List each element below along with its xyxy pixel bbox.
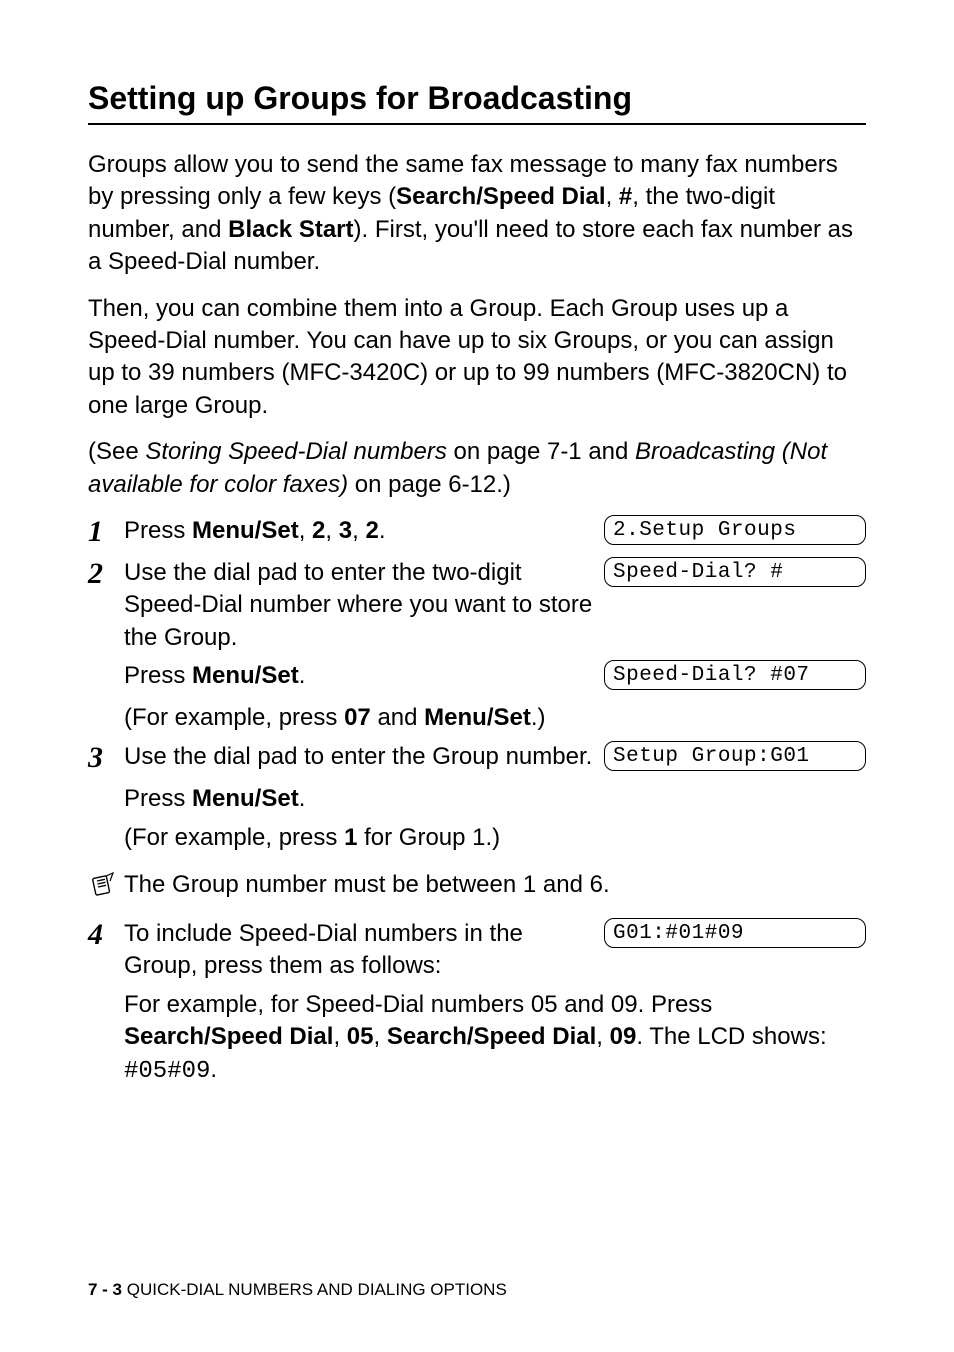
step-body: Use the dial pad to enter the Group numb… [124,741,604,773]
step-2-example: 0 (For example, press 07 and Menu/Set.) [88,702,866,735]
step-3-example: 0 (For example, press 1 for Group 1.) [88,822,866,855]
text: .) [531,704,546,731]
key-name: 09 [610,1023,637,1050]
key-name: Menu/Set [192,517,299,544]
lcd-display: 2.Setup Groups [604,515,866,545]
key-name: 07 [344,704,371,731]
lcd-column: Speed-Dial? # [604,557,866,593]
step-body: (For example, press 07 and Menu/Set.) [124,702,604,734]
step-2: 2 Use the dial pad to enter the two-digi… [88,557,866,654]
key-name: Menu/Set [192,662,299,689]
text: . [299,785,306,812]
text: (See [88,438,145,465]
text: (For example, press [124,824,344,851]
text: For example, for Speed-Dial numbers 05 a… [124,991,712,1018]
step-number: 2 [88,557,124,590]
text: Press [124,785,192,812]
lcd-display: G01:#01#09 [604,918,866,948]
key-name: 05 [347,1023,374,1050]
page-title: Setting up Groups for Broadcasting [88,80,866,125]
chapter-title: QUICK-DIAL NUMBERS AND DIALING OPTIONS [122,1280,507,1299]
step-1: 1 Press Menu/Set, 2, 3, 2. 2.Setup Group… [88,515,866,551]
text: on page 7-1 and [447,438,635,465]
text: , [373,1023,386,1050]
key-name: # [619,183,632,210]
document-page: Setting up Groups for Broadcasting Group… [0,0,954,1352]
intro-paragraph-2: Then, you can combine them into a Group.… [88,293,866,423]
note-icon [88,869,124,904]
key-name: Search/Speed Dial [396,183,605,210]
step-body: To include Speed-Dial numbers in the Gro… [124,918,604,983]
page-footer: 7 - 3 QUICK-DIAL NUMBERS AND DIALING OPT… [88,1280,507,1300]
lcd-column: G01:#01#09 [604,918,866,954]
key-name: 3 [339,517,352,544]
key-name: 1 [344,824,357,851]
page-number: 7 - 3 [88,1280,122,1299]
text: Press [124,662,192,689]
lcd-display: Setup Group:G01 [604,741,866,771]
step-2-press: 0 Press Menu/Set. Speed-Dial? #07 [88,660,866,696]
key-name: Search/Speed Dial [124,1023,333,1050]
lcd-column: 2.Setup Groups [604,515,866,551]
lcd-column: Speed-Dial? #07 [604,660,866,696]
key-name: Menu/Set [192,785,299,812]
text: , [325,517,338,544]
step-body: For example, for Speed-Dial numbers 05 a… [124,989,866,1088]
step-body: Use the dial pad to enter the two-digit … [124,557,604,654]
text: for Group 1.) [357,824,500,851]
text: on page 6-12.) [348,471,511,498]
text: , [299,517,312,544]
key-name: 2 [312,517,325,544]
step-4-example: 0 For example, for Speed-Dial numbers 05… [88,989,866,1088]
key-name: Search/Speed Dial [387,1023,596,1050]
text: Press [124,517,192,544]
text: , [352,517,365,544]
step-body: Press Menu/Set, 2, 3, 2. [124,515,604,547]
step-body: Press Menu/Set. [124,783,604,815]
text: . [379,517,386,544]
key-name: Black Start [228,216,353,243]
lcd-display: Speed-Dial? #07 [604,660,866,690]
step-3: 3 Use the dial pad to enter the Group nu… [88,741,866,777]
step-number: 1 [88,515,124,548]
text: . [299,662,306,689]
step-body: (For example, press 1 for Group 1.) [124,822,604,854]
note-text: The Group number must be between 1 and 6… [124,869,866,901]
text: (For example, press [124,704,344,731]
text: , [596,1023,609,1050]
note-row: The Group number must be between 1 and 6… [88,869,866,904]
steps-list: 1 Press Menu/Set, 2, 3, 2. 2.Setup Group… [88,515,866,1088]
step-4: 4 To include Speed-Dial numbers in the G… [88,918,866,983]
step-3-press: 0 Press Menu/Set. [88,783,866,816]
text: , [333,1023,346,1050]
step-body: Press Menu/Set. [124,660,604,692]
key-name: 2 [365,517,378,544]
text: . The LCD shows: [636,1023,826,1050]
text: , [606,183,619,210]
key-name: Menu/Set [424,704,531,731]
lcd-inline-text: #05#09 [124,1058,210,1085]
intro-paragraph-3: (See Storing Speed-Dial numbers on page … [88,436,866,501]
text: and [371,704,424,731]
intro-paragraph-1: Groups allow you to send the same fax me… [88,149,866,279]
lcd-display: Speed-Dial? # [604,557,866,587]
step-number: 4 [88,918,124,951]
step-number: 3 [88,741,124,774]
lcd-column: Setup Group:G01 [604,741,866,777]
cross-reference: Storing Speed-Dial numbers [145,438,447,465]
text: . [210,1056,217,1083]
